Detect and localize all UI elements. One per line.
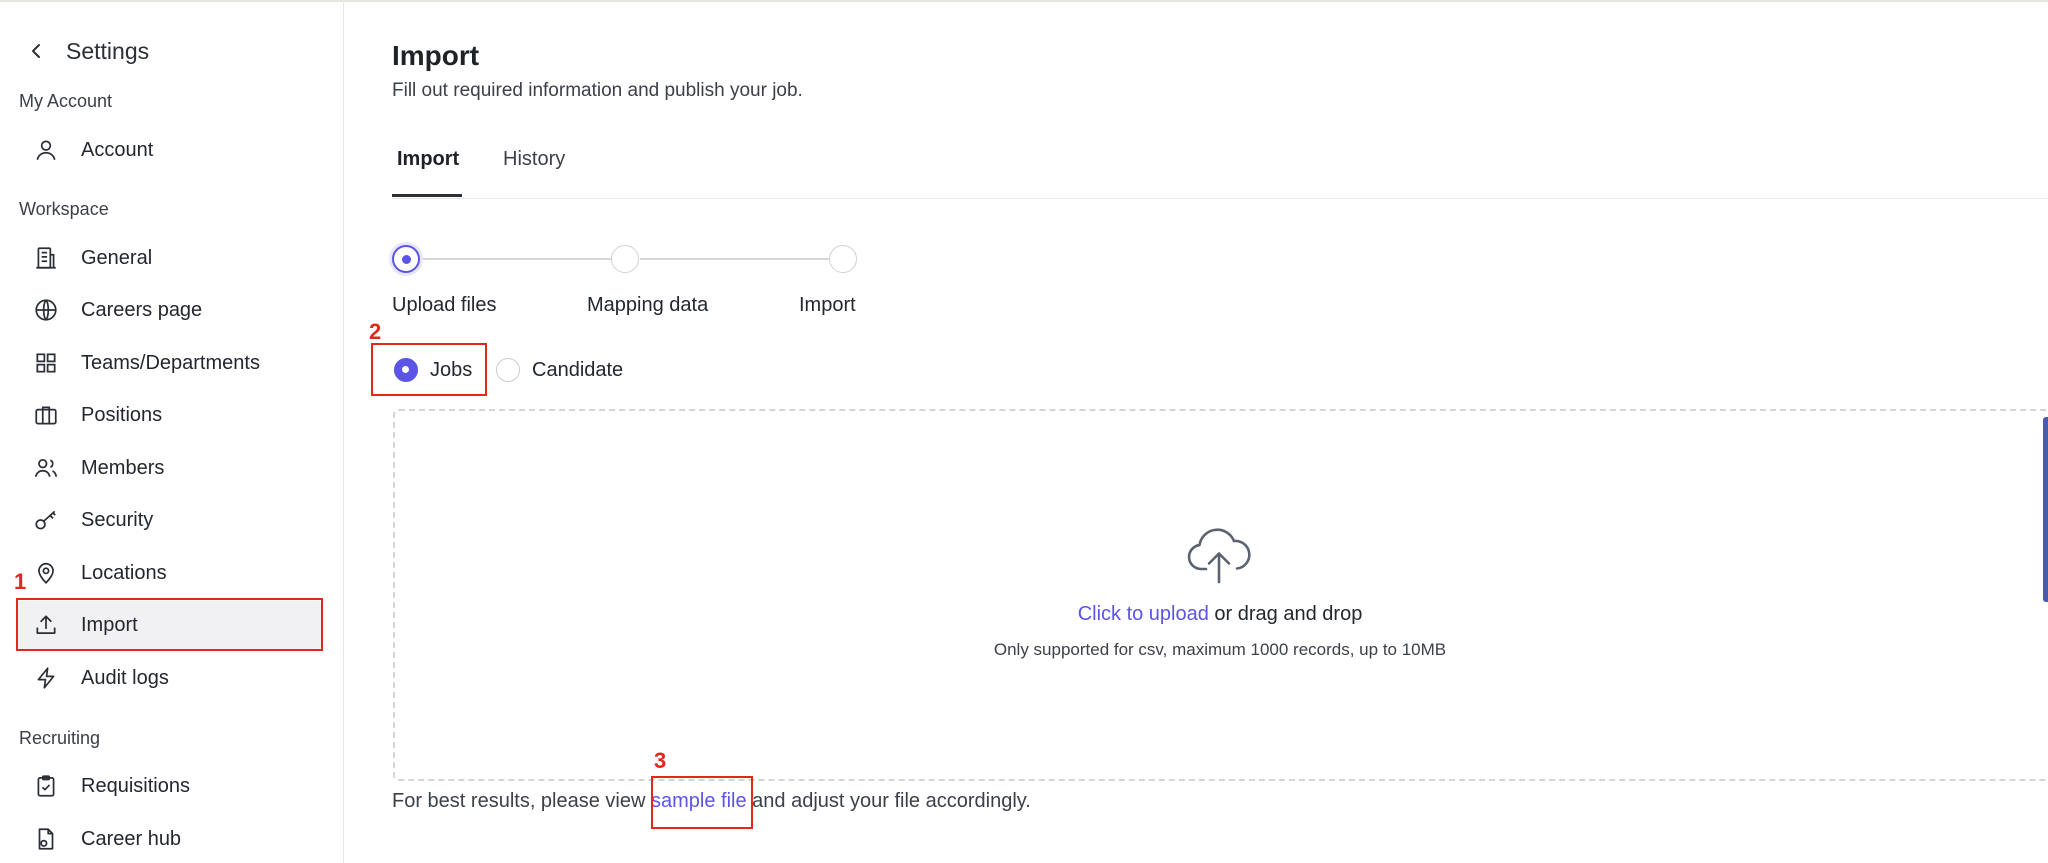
sidebar-item-security[interactable]: Security [17, 496, 321, 544]
sidebar-item-members[interactable]: Members [17, 444, 321, 492]
step-label-upload: Upload files [392, 294, 497, 316]
sidebar-item-label: Teams/Departments [81, 351, 260, 374]
sidebar-item-locations[interactable]: Locations [17, 549, 321, 597]
footnote-after: and adjust your file accordingly. [746, 790, 1031, 812]
chevron-left-icon [32, 44, 40, 58]
radio-option-candidate[interactable]: Candidate [496, 355, 623, 385]
annotation-box-3 [651, 776, 753, 829]
sidebar-item-label: Security [81, 508, 154, 531]
tab-bar: Import History [392, 144, 2048, 199]
annotation-box-1 [16, 598, 323, 651]
sidebar-item-requisitions[interactable]: Requisitions [17, 762, 321, 810]
section-recruiting: Recruiting [19, 728, 101, 748]
drag-drop-text: or drag and drop [1208, 603, 1363, 625]
lightning-icon [32, 664, 60, 692]
annotation-number-1: 1 [14, 569, 27, 594]
sidebar-item-label: Locations [81, 561, 167, 584]
step-label-import: Import [799, 294, 856, 316]
building-icon [32, 244, 60, 272]
grid-icon [32, 349, 60, 377]
radio-label: Candidate [532, 358, 624, 381]
key-icon [32, 506, 60, 534]
sidebar-item-label: Positions [81, 403, 163, 426]
user-icon [32, 136, 60, 164]
cloud-upload-icon [1187, 528, 1251, 584]
sidebar-item-label: Account [81, 138, 154, 161]
section-workspace: Workspace [19, 199, 109, 219]
page-subtitle: Fill out required information and publis… [392, 80, 803, 101]
step-indicator-import [829, 245, 857, 273]
click-to-upload-link[interactable]: Click to upload [1078, 603, 1209, 625]
tab-import[interactable]: Import [397, 148, 459, 171]
users-icon [32, 454, 60, 482]
side-feedback-tab[interactable] [2043, 417, 2048, 602]
sidebar-item-general[interactable]: General [17, 234, 321, 282]
sidebar-item-label: Careers page [81, 298, 203, 321]
map-pin-icon [32, 559, 60, 587]
step-connector [640, 258, 829, 260]
page-title: Import [392, 40, 480, 71]
sidebar-item-positions[interactable]: Positions [17, 391, 321, 439]
settings-back-link[interactable]: Settings [26, 36, 149, 66]
sidebar-item-label: Audit logs [81, 666, 169, 689]
step-indicator-upload [392, 245, 420, 273]
step-label-mapping: Mapping data [587, 294, 709, 316]
sidebar-item-account[interactable]: Account [17, 126, 321, 174]
sidebar-item-label: Members [81, 456, 165, 479]
clipboard-check-icon [32, 772, 60, 800]
globe-icon [32, 296, 60, 324]
radio-button[interactable] [496, 358, 520, 382]
sidebar-item-careers-page[interactable]: Careers page [17, 286, 321, 334]
annotation-number-2: 2 [369, 319, 382, 344]
footnote-before: For best results, please view [392, 790, 651, 812]
sidebar-item-label: General [81, 246, 153, 269]
settings-title: Settings [66, 37, 150, 64]
sidebar-item-teams[interactable]: Teams/Departments [17, 339, 321, 387]
briefcase-icon [32, 401, 60, 429]
sidebar-item-label: Requisitions [81, 774, 190, 797]
settings-sidebar: Settings My Account Account Workspace Ge… [0, 2, 344, 863]
annotation-number-3: 3 [654, 748, 667, 773]
sidebar-item-label: Career hub [81, 827, 182, 850]
step-connector [420, 258, 612, 260]
file-dropzone[interactable] [393, 409, 2048, 781]
annotation-box-2 [371, 343, 487, 396]
step-indicator-mapping [611, 245, 639, 273]
active-tab-indicator [392, 194, 462, 197]
section-my-account: My Account [19, 91, 113, 111]
sidebar-item-career-hub[interactable]: Career hub [17, 815, 321, 863]
tab-history[interactable]: History [503, 148, 565, 171]
document-icon [32, 825, 60, 853]
sidebar-item-audit-logs[interactable]: Audit logs [17, 654, 321, 702]
